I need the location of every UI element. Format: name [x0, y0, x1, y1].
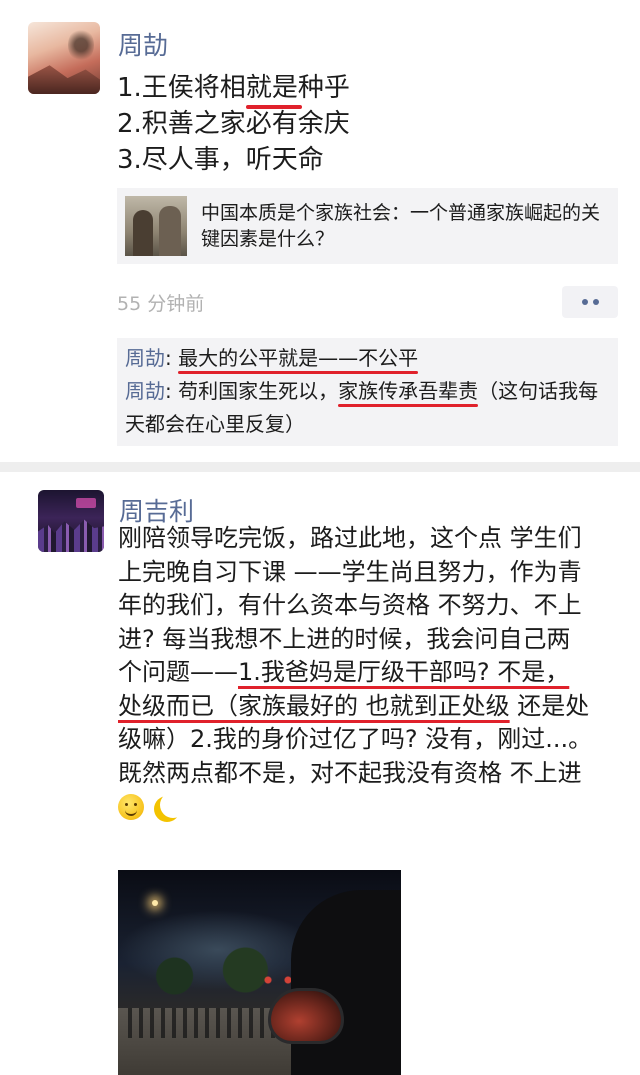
comment-2[interactable]: 周劼: 苟利国家生死以，家族传承吾辈责 （这句话我每天都会在心里反复）	[125, 375, 610, 441]
comment-separator: :	[165, 346, 179, 370]
post-photo[interactable]	[118, 870, 401, 1075]
avatar-city	[38, 519, 104, 552]
author-name[interactable]: 周劼	[118, 26, 168, 62]
comments-section: 周劼: 最大的公平就是——不公平 周劼: 苟利国家生死以，家族传承吾辈责 （这句话…	[117, 338, 618, 446]
comment-author[interactable]: 周劼	[125, 346, 165, 370]
post-text: 1.王侯将相就是 种乎 2.积善之家必有余庆 3.尽人事，听天命	[117, 70, 350, 178]
comment-author[interactable]: 周劼	[125, 379, 165, 403]
comment-1[interactable]: 周劼: 最大的公平就是——不公平	[125, 342, 610, 375]
post-line-1-post: 种乎	[297, 73, 350, 103]
post-line-1: 1.王侯将相就是 种乎	[117, 70, 350, 109]
post-line-2: 2.积善之家必有余庆	[117, 109, 350, 139]
avatar[interactable]	[28, 22, 100, 94]
avatar[interactable]	[38, 490, 104, 552]
comment-text: 苟利国家生死以，	[178, 379, 339, 403]
post-timestamp: 55 分钟前	[117, 293, 205, 315]
thumb-figure-1	[133, 210, 153, 256]
more-dots-icon[interactable]	[562, 286, 618, 318]
red-underline	[338, 404, 479, 407]
article-thumbnail	[125, 196, 187, 256]
underlined-text: 家族传承吾辈责	[338, 379, 479, 407]
thumb-figure-2	[159, 206, 181, 256]
post-line-3: 3.尽人事，听天命	[117, 145, 324, 175]
crescent-moon-icon	[160, 792, 186, 818]
comment-text-marked: 家族传承吾辈责	[338, 379, 479, 403]
red-underline	[245, 105, 302, 109]
photo-side-mirror	[268, 988, 344, 1044]
shared-article-card[interactable]: 中国本质是个家族社会：一个普通家族崛起的关键因素是什么？	[117, 188, 618, 264]
photo-streetlamp	[152, 900, 158, 906]
avatar-landscape	[28, 65, 100, 94]
article-title: 中国本质是个家族社会：一个普通家族崛起的关键因素是什么？	[201, 202, 601, 250]
dot	[581, 299, 588, 305]
dot	[592, 299, 599, 305]
underlined-text: 就是	[245, 73, 302, 109]
smiling-face-icon	[118, 794, 144, 820]
moment-post-1: 周劼 1.王侯将相就是 种乎 2.积善之家必有余庆 3.尽人事，听天命 中国本质是…	[0, 0, 640, 462]
comment-text: 最大的公平就是——不公平	[178, 346, 419, 370]
post-line-1-pre: 1.王侯将相	[117, 73, 246, 103]
red-underline	[178, 371, 419, 374]
avatar-tree	[68, 28, 94, 62]
post-text: 刚陪领导吃完饭，路过此地，这个点 学生们上完晚自习下课 ——学生尚且努力，作为青…	[118, 522, 593, 824]
moment-post-2: 周吉利 刚陪领导吃完饭，路过此地，这个点 学生们上完晚自习下课 ——学生尚且努力…	[0, 462, 640, 1075]
photo-car-frame	[291, 890, 401, 1075]
comment-separator: :	[165, 379, 179, 403]
avatar-neon	[76, 498, 96, 508]
post-line-1-mark: 就是	[245, 73, 298, 103]
underlined-text: 最大的公平就是——不公平	[178, 346, 419, 374]
